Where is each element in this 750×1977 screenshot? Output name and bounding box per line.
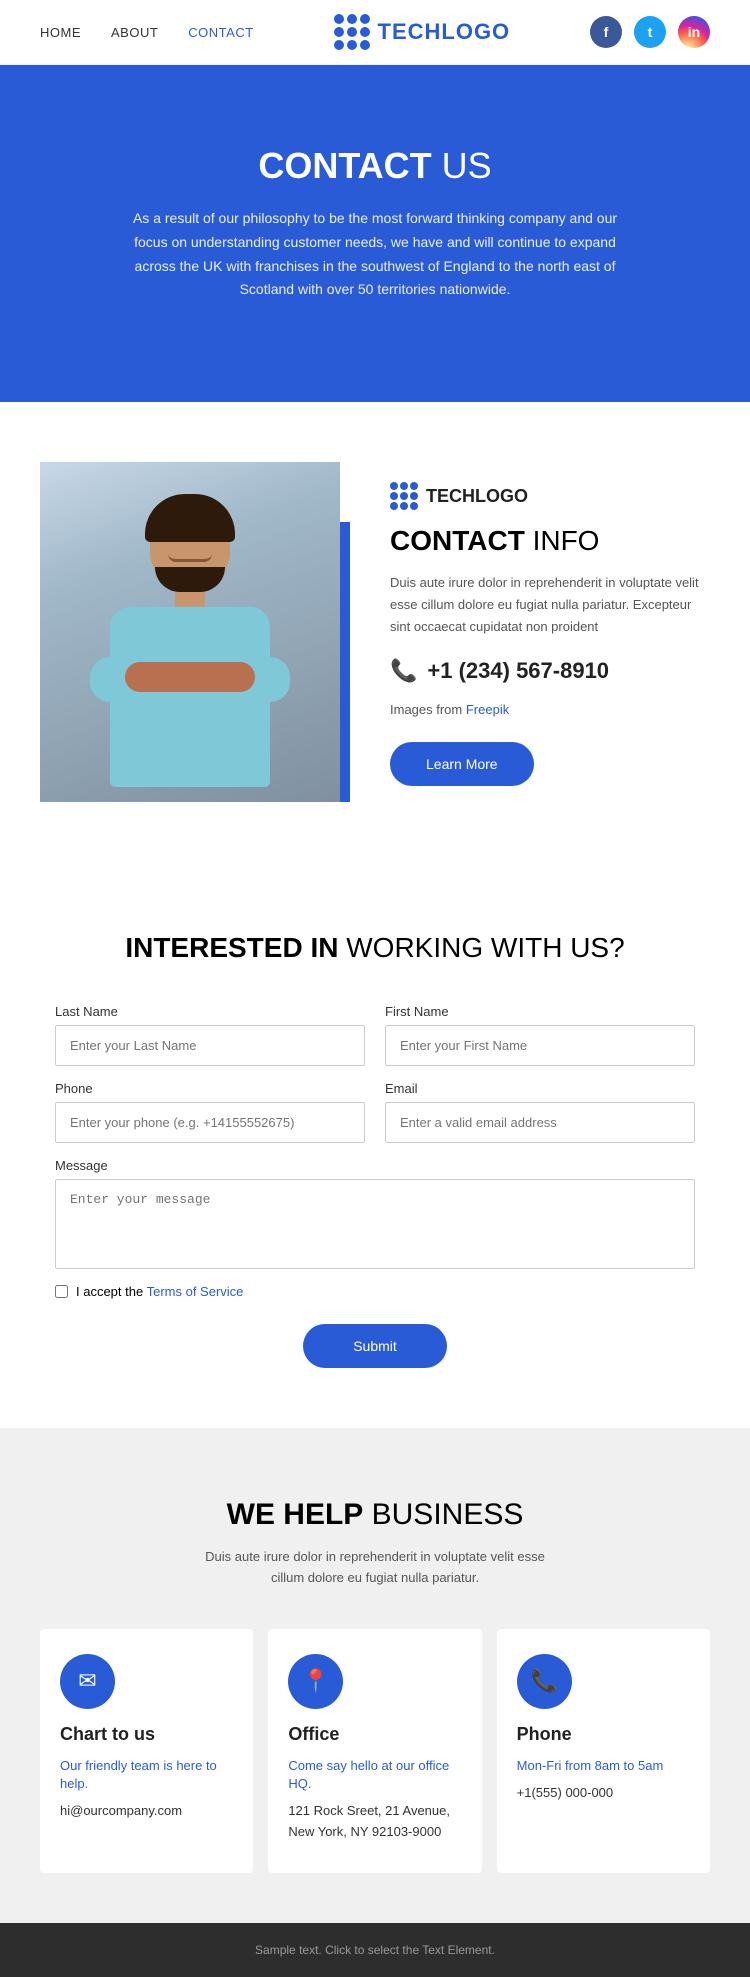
footer-text: Sample text. Click to select the Text El… bbox=[255, 1943, 495, 1957]
help-cards: ✉ Chart to us Our friendly team is here … bbox=[40, 1629, 710, 1873]
instagram-icon[interactable]: in bbox=[678, 16, 710, 48]
contact-form: Last Name First Name Phone Email Message bbox=[55, 1004, 695, 1368]
person-photo-container bbox=[40, 462, 350, 802]
help-card-phone: 📞 Phone Mon-Fri from 8am to 5am +1(555) … bbox=[497, 1629, 710, 1873]
phone-card-icon: 📞 bbox=[517, 1654, 572, 1709]
images-from: Images from Freepik bbox=[390, 699, 710, 721]
person-image bbox=[40, 462, 340, 802]
phone-text: +1 (234) 567-8910 bbox=[427, 658, 609, 684]
chat-tagline: Our friendly team is here to help. bbox=[60, 1757, 233, 1793]
mini-logo-dots bbox=[390, 482, 418, 510]
phone-number: 📞 +1 (234) 567-8910 bbox=[390, 658, 710, 684]
hero-description: As a result of our philosophy to be the … bbox=[125, 207, 625, 302]
message-label: Message bbox=[55, 1158, 695, 1173]
message-input[interactable] bbox=[55, 1179, 695, 1269]
office-tagline: Come say hello at our office HQ. bbox=[288, 1757, 461, 1793]
twitter-icon[interactable]: t bbox=[634, 16, 666, 48]
terms-checkbox[interactable] bbox=[55, 1285, 68, 1298]
phone-input[interactable] bbox=[55, 1102, 365, 1143]
chat-detail: hi@ourcompany.com bbox=[60, 1801, 233, 1822]
chat-icon: ✉ bbox=[60, 1654, 115, 1709]
chat-title: Chart to us bbox=[60, 1724, 233, 1745]
mini-logo: TECHLOGO bbox=[390, 482, 710, 510]
help-card-chat: ✉ Chart to us Our friendly team is here … bbox=[40, 1629, 253, 1873]
terms-row: I accept the Terms of Service bbox=[55, 1284, 695, 1299]
nav-about[interactable]: ABOUT bbox=[111, 25, 158, 40]
nav-home[interactable]: HOME bbox=[40, 25, 81, 40]
hero-section: CONTACT US As a result of our philosophy… bbox=[0, 65, 750, 402]
social-icons: f t in bbox=[590, 16, 710, 48]
we-help-subtitle: Duis aute irure dolor in reprehenderit i… bbox=[40, 1547, 710, 1589]
phone-card-title: Phone bbox=[517, 1724, 690, 1745]
office-detail: 121 Rock Sreet, 21 Avenue,New York, NY 9… bbox=[288, 1801, 461, 1843]
email-group: Email bbox=[385, 1081, 695, 1143]
help-card-office: 📍 Office Come say hello at our office HQ… bbox=[268, 1629, 481, 1873]
message-group: Message bbox=[55, 1158, 695, 1269]
terms-text: I accept the Terms of Service bbox=[76, 1284, 243, 1299]
phone-card-tagline: Mon-Fri from 8am to 5am bbox=[517, 1757, 690, 1775]
contact-info-text: TECHLOGO CONTACT INFO Duis aute irure do… bbox=[390, 462, 710, 802]
phone-icon: 📞 bbox=[390, 658, 417, 684]
email-label: Email bbox=[385, 1081, 695, 1096]
nav-links: HOME ABOUT CONTACT bbox=[40, 25, 254, 40]
first-name-input[interactable] bbox=[385, 1025, 695, 1066]
interested-heading: INTERESTED IN WORKING WITH US? bbox=[55, 932, 695, 964]
learn-more-button[interactable]: Learn More bbox=[390, 742, 534, 786]
name-row: Last Name First Name bbox=[55, 1004, 695, 1066]
email-input[interactable] bbox=[385, 1102, 695, 1143]
contact-info-heading: CONTACT INFO bbox=[390, 525, 710, 557]
logo-dots bbox=[334, 14, 370, 50]
office-icon: 📍 bbox=[288, 1654, 343, 1709]
phone-group: Phone bbox=[55, 1081, 365, 1143]
navbar: HOME ABOUT CONTACT TECHLOGO f t in bbox=[0, 0, 750, 65]
contact-row: Phone Email bbox=[55, 1081, 695, 1143]
last-name-input[interactable] bbox=[55, 1025, 365, 1066]
contact-info-description: Duis aute irure dolor in reprehenderit i… bbox=[390, 572, 710, 638]
facebook-icon[interactable]: f bbox=[590, 16, 622, 48]
mini-logo-text: TECHLOGO bbox=[426, 486, 528, 507]
first-name-label: First Name bbox=[385, 1004, 695, 1019]
hero-heading: CONTACT US bbox=[40, 145, 710, 187]
interested-section: INTERESTED IN WORKING WITH US? Last Name… bbox=[0, 862, 750, 1428]
logo: TECHLOGO bbox=[334, 14, 511, 50]
logo-text: TECHLOGO bbox=[378, 19, 511, 45]
submit-button[interactable]: Submit bbox=[303, 1324, 447, 1368]
we-help-section: WE HELP BUSINESS Duis aute irure dolor i… bbox=[0, 1428, 750, 1923]
freepik-link[interactable]: Freepik bbox=[466, 702, 509, 717]
phone-card-detail: +1(555) 000-000 bbox=[517, 1783, 690, 1804]
phone-label: Phone bbox=[55, 1081, 365, 1096]
office-title: Office bbox=[288, 1724, 461, 1745]
footer: Sample text. Click to select the Text El… bbox=[0, 1923, 750, 1977]
nav-contact[interactable]: CONTACT bbox=[188, 25, 253, 40]
contact-info-section: TECHLOGO CONTACT INFO Duis aute irure do… bbox=[0, 402, 750, 862]
last-name-group: Last Name bbox=[55, 1004, 365, 1066]
first-name-group: First Name bbox=[385, 1004, 695, 1066]
terms-link[interactable]: Terms of Service bbox=[147, 1284, 244, 1299]
last-name-label: Last Name bbox=[55, 1004, 365, 1019]
we-help-heading: WE HELP BUSINESS bbox=[40, 1498, 710, 1532]
